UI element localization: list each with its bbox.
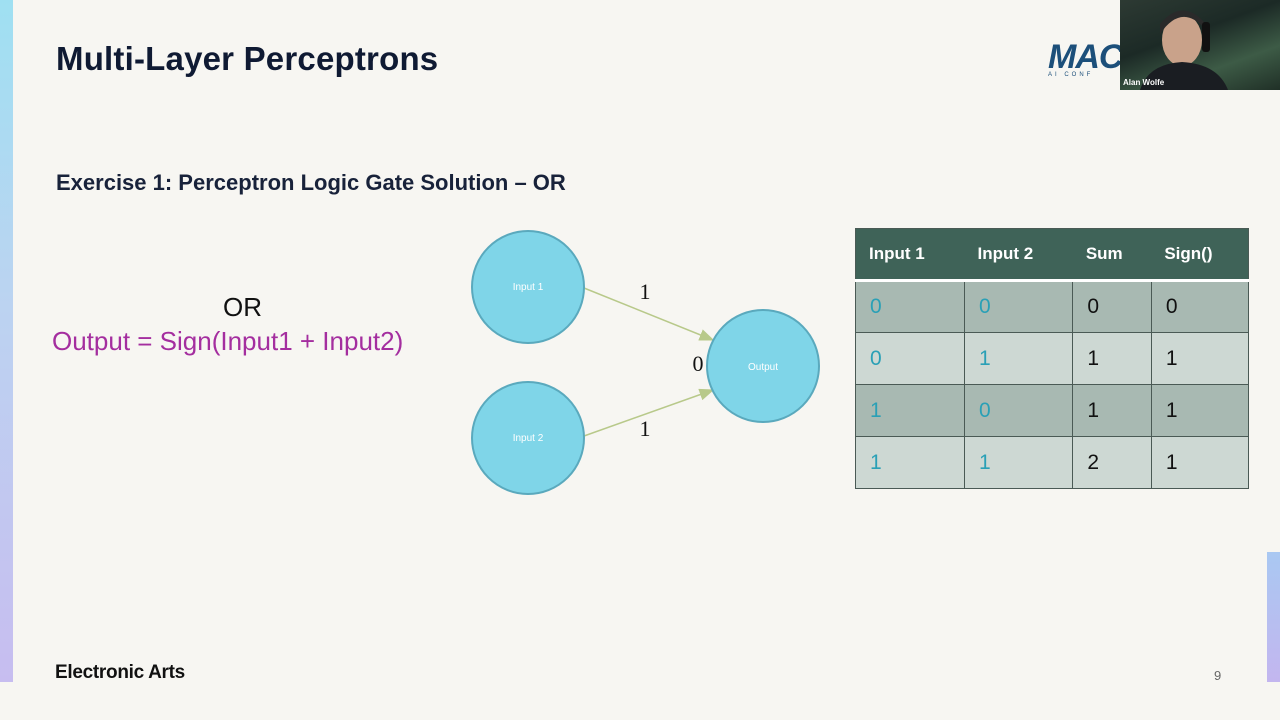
speaker-video-thumbnail[interactable]: Alan Wolfe	[1120, 0, 1280, 90]
header-input1: Input 1	[855, 228, 965, 282]
node-input2-label: Input 2	[513, 433, 544, 444]
cell-sign: 0	[1150, 280, 1249, 333]
conference-logo: MAC AI CONF	[1048, 40, 1120, 80]
table-row: 1 1 2 1	[855, 436, 1249, 489]
cell-sum: 1	[1072, 384, 1152, 437]
truth-table: Input 1 Input 2 Sum Sign() 0 0 0 0 0 1 1…	[855, 228, 1249, 489]
cell-sign: 1	[1150, 384, 1249, 437]
cell-sign: 1	[1150, 332, 1249, 385]
cell-input2: 0	[964, 280, 1073, 333]
cell-sum: 2	[1072, 436, 1152, 489]
logo-text: MAC	[1048, 40, 1120, 76]
cell-input2: 1	[964, 332, 1073, 385]
node-output-label: Output	[748, 362, 778, 373]
weight-input1: 1	[640, 279, 651, 304]
cell-sign: 1	[1150, 436, 1249, 489]
cell-input1: 1	[855, 384, 965, 437]
cell-input1: 0	[855, 332, 965, 385]
page-number: 9	[1214, 668, 1222, 683]
truth-table-header: Input 1 Input 2 Sum Sign()	[855, 228, 1249, 282]
speaker-name: Alan Wolfe	[1123, 78, 1165, 87]
cell-input1: 0	[855, 280, 965, 333]
header-input2: Input 2	[964, 228, 1073, 282]
cell-input2: 0	[964, 384, 1073, 437]
weight-input2: 1	[640, 416, 651, 441]
speaker-silhouette	[1140, 10, 1228, 90]
table-row: 1 0 1 1	[855, 384, 1249, 437]
bias-value: 0	[693, 351, 704, 376]
table-row: 0 0 0 0	[855, 280, 1249, 333]
header-sign: Sign()	[1151, 228, 1249, 282]
node-input1-label: Input 1	[513, 282, 544, 293]
footer-brand: Electronic Arts	[55, 662, 185, 683]
cell-sum: 0	[1072, 280, 1152, 333]
header-sum: Sum	[1072, 228, 1152, 282]
cell-input1: 1	[855, 436, 965, 489]
cell-input2: 1	[964, 436, 1073, 489]
table-row: 0 1 1 1	[855, 332, 1249, 385]
cell-sum: 1	[1072, 332, 1152, 385]
